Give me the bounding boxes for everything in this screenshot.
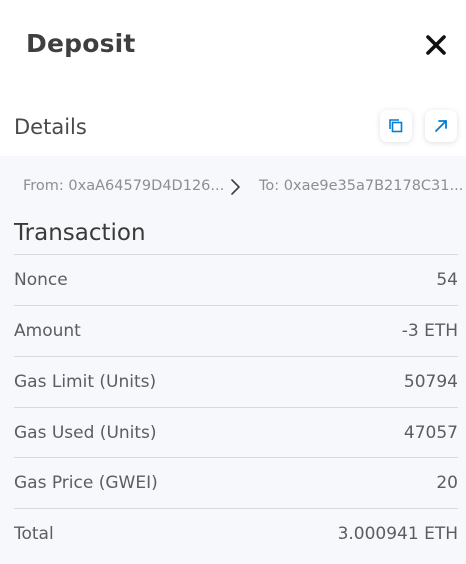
row-value: 50794 [403, 372, 458, 392]
table-row-gas-used: Gas Used (Units) 47057 [14, 407, 458, 458]
table-row-gas-price: Gas Price (GWEI) 20 [14, 457, 458, 508]
details-header: Details [0, 105, 466, 153]
row-label: Gas Price (GWEI) [14, 473, 158, 493]
table-row-nonce: Nonce 54 [14, 254, 458, 305]
row-label: Amount [14, 321, 81, 341]
close-button[interactable] [424, 33, 448, 57]
row-label: Gas Limit (Units) [14, 372, 157, 392]
to-address[interactable]: To: 0xae9e35a7B2178C31... [259, 178, 463, 194]
external-link-icon [435, 120, 447, 132]
details-title: Details [14, 115, 87, 139]
open-external-button[interactable] [425, 110, 457, 142]
table-row-total: Total 3.000941 ETH [14, 508, 458, 559]
row-label: Total [14, 524, 54, 544]
row-value: 20 [436, 473, 458, 493]
copy-button[interactable] [380, 110, 412, 142]
from-to-addresses: From: 0xaA64579D4D126... To: 0xae9e35a7B… [0, 156, 466, 218]
copy-icon [389, 119, 403, 133]
row-value: 54 [436, 270, 458, 290]
chevron-right-icon [231, 179, 240, 195]
table-row-amount: Amount -3 ETH [14, 305, 458, 356]
row-label: Nonce [14, 270, 68, 290]
row-value: 47057 [403, 423, 458, 443]
transaction-title: Transaction [14, 220, 146, 246]
page-title: Deposit [26, 29, 136, 58]
table-row-gas-limit: Gas Limit (Units) 50794 [14, 356, 458, 407]
row-label: Gas Used (Units) [14, 423, 157, 443]
row-value: -3 ETH [401, 321, 458, 341]
row-value: 3.000941 ETH [337, 524, 458, 544]
header: Deposit [0, 0, 466, 92]
close-icon [426, 35, 446, 55]
from-address[interactable]: From: 0xaA64579D4D126... [23, 178, 224, 194]
details-panel: From: 0xaA64579D4D126... To: 0xae9e35a7B… [0, 156, 466, 564]
deposit-page: Deposit Details From: 0xaA64579D4D126... [0, 0, 466, 564]
